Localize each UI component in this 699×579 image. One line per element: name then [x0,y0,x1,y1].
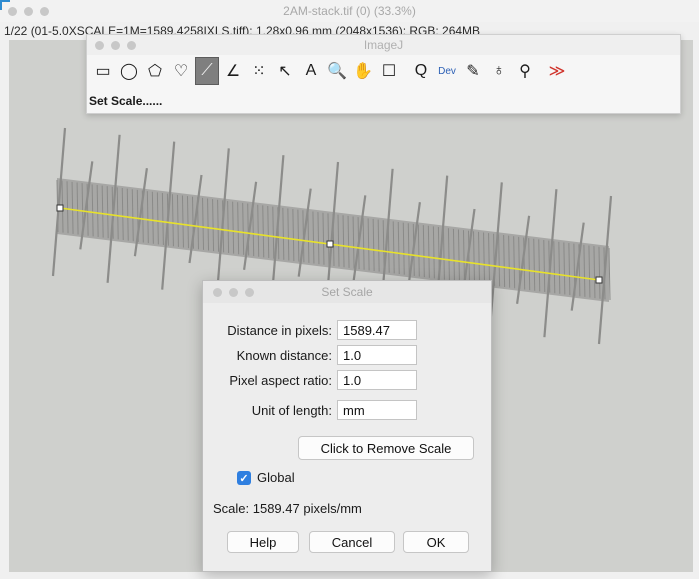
image-window-title: 2AM-stack.tif (0) (33.3%) [283,4,416,18]
image-window-titlebar[interactable]: 2AM-stack.tif (0) (33.3%) [0,0,699,22]
text-tool[interactable]: A [299,57,323,85]
ruler-fine-tick [608,247,611,301]
set-scale-dialog: Set Scale Distance in pixels: Known dist… [202,280,492,572]
scale-readout: Scale: 1589.47 pixels/mm [213,501,362,516]
remove-scale-button[interactable]: Click to Remove Scale [298,436,474,460]
distance-in-pixels-field[interactable] [337,320,417,340]
imagej-titlebar[interactable]: ImageJ [87,35,680,55]
rectangle-tool[interactable]: ▭ [91,57,115,85]
selection-handle-middle [326,240,334,248]
dropper-tool[interactable]: ⚲ [513,57,537,85]
known-distance-label: Known distance: [236,348,332,363]
dialog-title: Set Scale [321,285,373,299]
selection-handle-start [56,204,64,212]
known-distance-field[interactable] [337,345,417,365]
distance-in-pixels-label: Distance in pixels: [227,323,332,338]
color-picker-tool[interactable]: ☐ [377,57,401,85]
scroll-tool[interactable]: ✋ [351,57,375,85]
magnifier-tool[interactable]: 🔍 [325,57,349,85]
unit-of-length-label: Unit of length: [251,403,332,418]
selection-handle-end [595,276,603,284]
pixel-aspect-ratio-field[interactable] [337,370,417,390]
more-tools[interactable]: ≫ [545,57,569,85]
freehand-tool[interactable]: ♡ [169,57,193,85]
pencil-tool[interactable]: ✎ [461,57,485,85]
imagej-toolbar-window: ImageJ ▭ ◯ ⬠ ♡ ⟋ ∠ ⁙ ↖ A 🔍 ✋ ☐ Q Dev ✎ ♁ ⚲ ≫ Set Scale...… [86,34,681,114]
line-tool[interactable]: ⟋ [195,57,219,85]
global-label: Global [257,470,295,485]
tool-row: ▭ ◯ ⬠ ♡ ⟋ ∠ ⁙ ↖ A 🔍 ✋ ☐ Q Dev ✎ ♁ ⚲ ≫ [91,57,571,89]
zoom-tool[interactable]: Q [409,57,433,85]
ok-button[interactable]: OK [403,531,469,553]
angle-tool[interactable]: ∠ [221,57,245,85]
global-checkbox[interactable]: ✓ [237,471,251,485]
pixel-aspect-ratio-label: Pixel aspect ratio: [229,373,332,388]
developer-menu[interactable]: Dev [435,57,459,85]
help-button[interactable]: Help [227,531,299,553]
cancel-button[interactable]: Cancel [309,531,395,553]
unit-of-length-field[interactable] [337,400,417,420]
paintbrush-tool[interactable]: ♁ [487,57,511,85]
polygon-tool[interactable]: ⬠ [143,57,167,85]
point-tool[interactable]: ⁙ [247,57,271,85]
dialog-titlebar[interactable]: Set Scale [203,281,491,303]
oval-tool[interactable]: ◯ [117,57,141,85]
imagej-title: ImageJ [363,38,404,52]
corner-marker [0,0,10,10]
wand-tool[interactable]: ↖ [273,57,297,85]
status-bar-text: Set Scale...... [89,94,163,108]
